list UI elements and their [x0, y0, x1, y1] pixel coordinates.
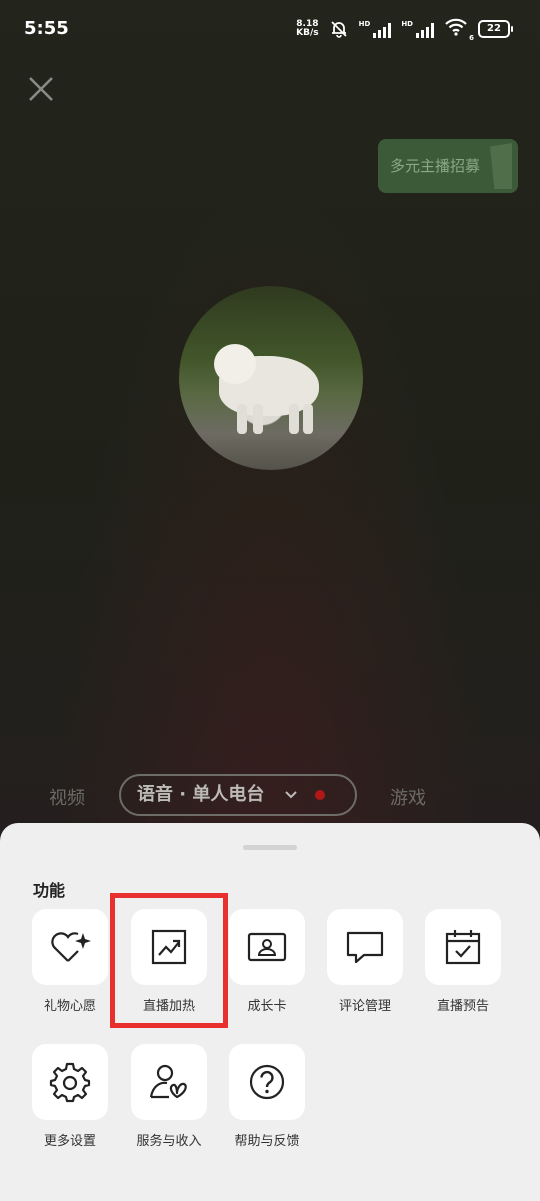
tab-video[interactable]: 视频 — [49, 784, 85, 810]
close-button[interactable] — [24, 72, 58, 106]
close-icon — [29, 77, 53, 101]
tab-game[interactable]: 游戏 — [390, 784, 426, 810]
trend-up-icon — [151, 929, 187, 965]
recruit-label: 多元主播招募 — [390, 157, 481, 175]
bell-off-icon — [331, 21, 347, 38]
signal-icon: HD — [359, 20, 392, 38]
more-settings-button[interactable]: 更多设置 — [32, 1044, 108, 1149]
mode-selector: 视频 语音 · 单人电台 游戏 — [0, 770, 540, 822]
comment-icon — [346, 931, 384, 964]
flag-icon — [490, 143, 512, 189]
gear-icon — [49, 1062, 91, 1103]
tile-label: 帮助与反馈 — [234, 1134, 300, 1149]
person-butterfly-icon — [149, 1064, 187, 1099]
help-icon — [249, 1064, 285, 1100]
tab-voice-radio[interactable]: 语音 · 单人电台 — [119, 774, 357, 816]
wifi-icon: 6 — [444, 18, 474, 42]
section-title: 功能 — [33, 881, 66, 900]
status-bar: 5:55 8.18 KB/s HD HD 6 22 — [0, 0, 540, 60]
profile-card-icon — [247, 932, 287, 962]
heart-sparkle-icon — [51, 932, 91, 962]
live-preview-button[interactable]: 直播预告 — [425, 909, 501, 1014]
status-icons: 8.18 KB/s HD HD 6 22 — [296, 18, 513, 42]
comment-manage-button[interactable]: 评论管理 — [327, 909, 403, 1014]
gift-wish-button[interactable]: 礼物心愿 — [32, 909, 108, 1014]
avatar[interactable] — [179, 286, 363, 470]
signal-icon: HD — [401, 20, 434, 38]
battery-icon: 22 — [478, 20, 513, 38]
growth-card-button[interactable]: 成长卡 — [229, 909, 305, 1014]
tile-label: 直播预告 — [436, 999, 489, 1014]
tab-voice-label: 语音 · 单人电台 — [137, 784, 265, 805]
calendar-check-icon — [445, 930, 481, 965]
net-speed: 8.18 KB/s — [296, 19, 319, 38]
live-boost-button[interactable]: 直播加热 — [131, 909, 207, 1014]
sheet-handle[interactable] — [243, 845, 297, 850]
help-feedback-button[interactable]: 帮助与反馈 — [229, 1044, 305, 1149]
chevron-down-icon — [284, 776, 298, 829]
live-dot — [315, 790, 325, 800]
recruit-button[interactable]: 多元主播招募 — [378, 139, 518, 193]
status-time: 5:55 — [24, 18, 69, 39]
service-income-button[interactable]: 服务与收入 — [131, 1044, 207, 1149]
